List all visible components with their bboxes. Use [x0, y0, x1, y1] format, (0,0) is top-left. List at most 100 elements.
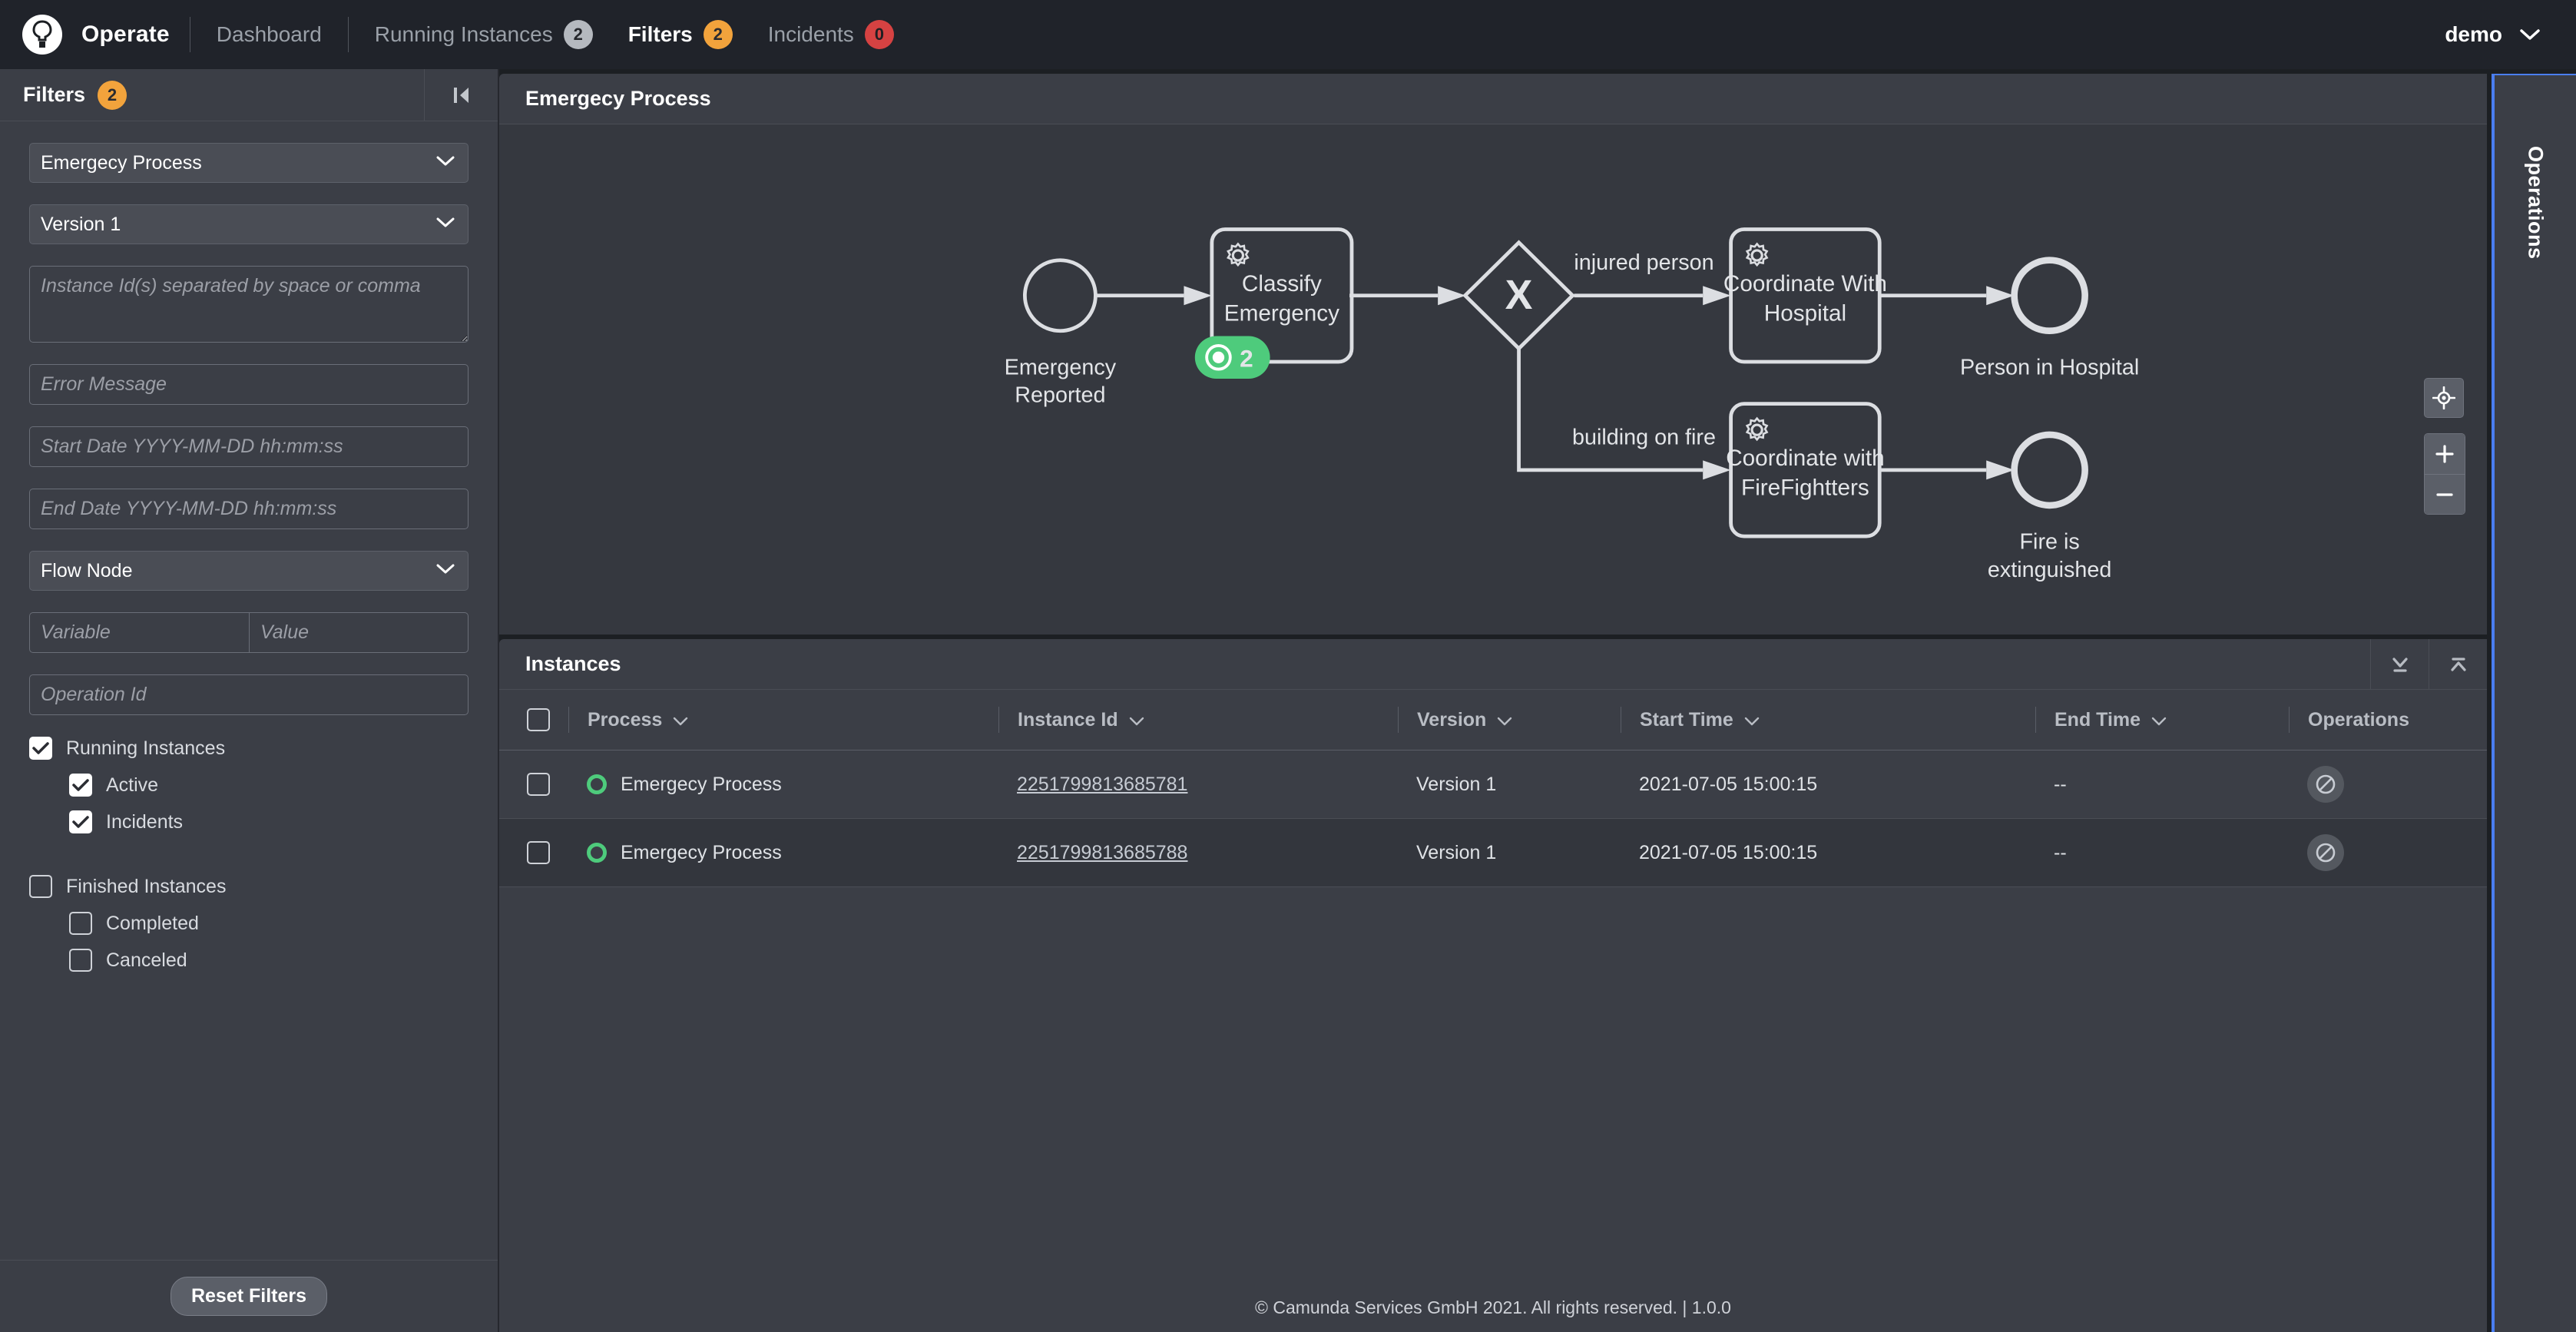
service-task-gear-icon [1227, 242, 1250, 267]
app-title: Operate [81, 22, 170, 47]
cancel-operation-icon[interactable] [2307, 834, 2344, 871]
instance-id-link[interactable]: 2251799813685781 [1017, 774, 1187, 796]
select-all-header [499, 690, 568, 750]
reset-filters-button[interactable]: Reset Filters [170, 1277, 328, 1316]
minus-icon[interactable] [2425, 474, 2465, 514]
nav-divider-2 [347, 17, 349, 52]
checkbox-incidents[interactable]: Incidents [69, 810, 469, 833]
flow-node-select[interactable]: Flow Node [29, 551, 469, 591]
instance-ids-textarea[interactable] [29, 266, 469, 343]
column-label-end-time: End Time [2055, 708, 2141, 731]
top-navigation-bar: Operate Dashboard Running Instances 2 Fi… [0, 0, 2576, 69]
column-header-version[interactable]: Version [1398, 690, 1621, 750]
chevron-down-icon [1129, 709, 1144, 731]
instances-table-empty-space [499, 887, 2487, 1283]
nav-item-incidents[interactable]: Incidents 0 [762, 15, 900, 54]
collapse-up-icon[interactable] [2429, 639, 2487, 689]
checkbox-canceled[interactable]: Canceled [69, 949, 469, 972]
select-all-checkbox[interactable] [527, 708, 550, 731]
app-shell: Filters 2 Emergecy Process Version 1 Ins… [0, 68, 2576, 1332]
filters-panel-footer: Reset Filters [0, 1260, 498, 1332]
cell-start-time-value: 2021-07-05 15:00:15 [1639, 773, 1818, 795]
bpmn-exclusive-gateway[interactable]: X [1462, 240, 1575, 352]
row-checkbox[interactable] [527, 841, 550, 864]
zoom-stack [2424, 433, 2465, 515]
arrow-head [1438, 286, 1466, 306]
bpmn-start-event[interactable]: Emergency Reported [1005, 258, 1117, 408]
task2-label-line2: Hospital [1764, 300, 1846, 326]
cell-operations [2289, 750, 2487, 819]
start-date-input[interactable] [29, 426, 469, 467]
bpmn-end-event-fire-extinguished[interactable]: Fire is extinguished [1988, 431, 2111, 582]
diagram-panel: Emergecy Process Emergency Reported Clas… [499, 74, 2487, 635]
nav-item-running-instances[interactable]: Running Instances 2 [369, 15, 599, 54]
end-event2-label-line2: extinguished [1988, 558, 2111, 582]
column-header-end-time[interactable]: End Time [2035, 690, 2289, 750]
checkbox-completed[interactable]: Completed [69, 912, 469, 935]
instance-state-checkbox-group: Running Instances Active Incidents Finis… [29, 737, 469, 972]
error-message-input[interactable] [29, 364, 469, 405]
operations-rail-label: Operations [2524, 146, 2548, 260]
app-footer: © Camunda Services GmbH 2021. All rights… [499, 1283, 2487, 1332]
diagram-zoom-controls [2424, 378, 2465, 515]
checkbox-running-instances[interactable]: Running Instances [29, 737, 469, 760]
service-task-gear-icon [1745, 416, 1769, 442]
version-select[interactable]: Version 1 [29, 204, 469, 244]
diagram-panel-title: Emergecy Process [499, 74, 2487, 124]
end-date-input[interactable] [29, 489, 469, 529]
collapse-left-icon[interactable] [424, 68, 498, 121]
instances-panel: Instances Process Instance Id Version St… [499, 639, 2487, 1332]
bpmn-task-coordinate-with-hospital[interactable]: Coordinate With Hospital [1723, 227, 1887, 364]
user-menu[interactable]: demo [2445, 22, 2550, 47]
task1-label-line1: Classify [1242, 271, 1322, 297]
checkbox-box [29, 875, 52, 898]
instance-id-link[interactable]: 2251799813685788 [1017, 842, 1187, 864]
checkbox-box [69, 912, 92, 935]
cell-version: Version 1 [1398, 750, 1621, 819]
column-header-start-time[interactable]: Start Time [1621, 690, 2035, 750]
column-header-process[interactable]: Process [568, 690, 998, 750]
filters-panel: Filters 2 Emergecy Process Version 1 Ins… [0, 68, 499, 1332]
cancel-operation-icon[interactable] [2307, 766, 2344, 803]
nav-label-running-instances: Running Instances [374, 22, 553, 46]
checkbox-active[interactable]: Active [69, 774, 469, 797]
filters-panel-title: Filters [23, 83, 86, 106]
plus-icon[interactable] [2425, 434, 2465, 474]
process-select-wrap: Emergecy Process [29, 143, 469, 183]
gateway-symbol: X [1505, 272, 1533, 318]
operations-panel-rail[interactable]: Operations [2492, 74, 2576, 1332]
bpmn-task-coordinate-with-firefighters[interactable]: Coordinate with FireFightters [1726, 402, 1885, 538]
cell-version: Version 1 [1398, 818, 1621, 887]
checkbox-label: Active [106, 774, 159, 796]
cell-process-name: Emergecy Process [621, 773, 782, 795]
nav-label-filters: Filters [627, 22, 693, 46]
variable-name-input[interactable] [29, 612, 249, 653]
table-row[interactable]: Emergecy Process 2251799813685781 Versio… [499, 750, 2487, 819]
flow-label-building-on-fire: building on fire [1572, 425, 1716, 449]
checkbox-box [69, 810, 92, 833]
operation-id-input[interactable] [29, 674, 469, 715]
checkbox-label: Running Instances [66, 737, 226, 759]
checkbox-group-spacer [29, 847, 469, 875]
cell-start-time: 2021-07-05 15:00:15 [1621, 750, 2035, 819]
variable-value-input[interactable] [249, 612, 469, 653]
badge-running-instances: 2 [563, 20, 593, 49]
cell-end-time: -- [2035, 750, 2289, 819]
flownode-instance-badge[interactable]: 2 [1194, 336, 1270, 379]
table-row[interactable]: Emergecy Process 2251799813685788 Versio… [499, 818, 2487, 887]
column-header-operations: Operations [2289, 690, 2487, 750]
checkbox-finished-instances[interactable]: Finished Instances [29, 875, 469, 898]
end-event2-label-line1: Fire is [2020, 529, 2080, 554]
row-checkbox[interactable] [527, 773, 550, 796]
bpmn-end-event-person-in-hospital[interactable]: Person in Hospital [1960, 257, 2139, 380]
bpmn-diagram-canvas[interactable]: Emergency Reported Classify Emergency 2 … [499, 124, 2487, 635]
crosshair-icon[interactable] [2424, 378, 2464, 418]
task1-label-line2: Emergency [1224, 300, 1339, 326]
nav-item-filters[interactable]: Filters 2 [622, 15, 739, 54]
column-header-instance-id[interactable]: Instance Id [998, 690, 1398, 750]
expand-down-icon[interactable] [2370, 639, 2429, 689]
badge-filters: 2 [703, 20, 733, 49]
process-select[interactable]: Emergecy Process [29, 143, 469, 183]
app-logo[interactable] [20, 12, 65, 57]
nav-item-dashboard[interactable]: Dashboard [210, 18, 328, 51]
